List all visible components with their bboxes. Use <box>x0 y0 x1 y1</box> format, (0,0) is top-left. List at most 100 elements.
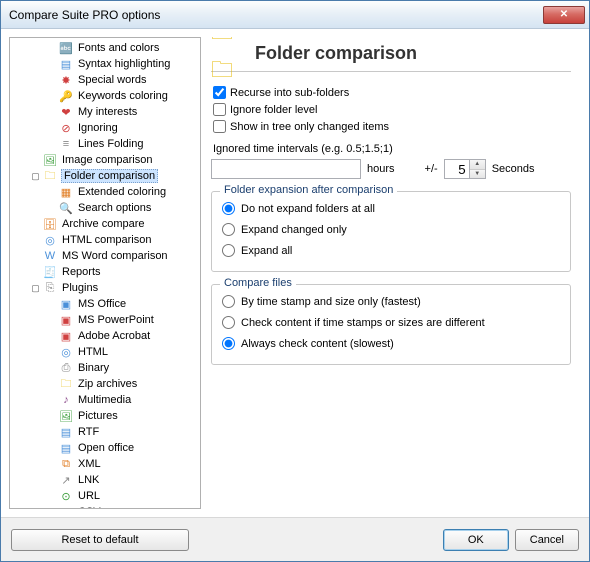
tree-item-label: MS PowerPoint <box>76 314 156 326</box>
ignore-level-checkbox[interactable] <box>213 103 226 116</box>
tree-toggle-icon <box>46 475 57 486</box>
tree-toggle-icon <box>46 187 57 198</box>
tree-item-label: Lines Folding <box>76 138 145 150</box>
interval-input[interactable] <box>211 159 361 179</box>
tree-toggle-icon[interactable]: ▢ <box>30 171 41 182</box>
tree-item[interactable]: 🔤Fonts and colors <box>10 40 200 56</box>
ok-button[interactable]: OK <box>443 529 509 551</box>
seconds-spinner[interactable]: ▲ ▼ <box>444 159 486 179</box>
tree-item[interactable]: ✸Special words <box>10 72 200 88</box>
tree-item-label: Fonts and colors <box>76 42 161 54</box>
tree-toggle-icon <box>46 331 57 342</box>
tree-item[interactable]: ◎HTML comparison <box>10 232 200 248</box>
ignore-level-checkbox-row[interactable]: Ignore folder level <box>211 103 571 116</box>
compare-always-radio[interactable] <box>222 337 235 350</box>
tree-item[interactable]: ↗LNK <box>10 472 200 488</box>
tree-toggle-icon <box>46 107 57 118</box>
tree-item[interactable]: ▢🗀Folder comparison <box>10 168 200 184</box>
panel-header: 🗀🗀 Folder comparison <box>211 41 571 65</box>
tree-item-label: Extended coloring <box>76 186 168 198</box>
tree-item[interactable]: ♪Multimedia <box>10 392 200 408</box>
tree-item-label: My interests <box>76 106 139 118</box>
folder-comparison-icon: 🗀🗀 <box>211 41 243 65</box>
tree-item-label: Ignoring <box>76 122 120 134</box>
expansion-group: Folder expansion after comparison Do not… <box>211 191 571 272</box>
tree-item[interactable]: 🗀Zip archives <box>10 376 200 392</box>
expand-none-label: Do not expand folders at all <box>241 203 375 215</box>
tree-item[interactable]: ▤RTF <box>10 424 200 440</box>
tree-item-icon: 🔍 <box>58 200 74 216</box>
tree-item[interactable]: 🔍Search options <box>10 200 200 216</box>
tree-toggle-icon <box>46 299 57 310</box>
tree-item-label: Special words <box>76 74 148 86</box>
tree-item-label: Folder comparison <box>61 169 158 183</box>
cancel-button[interactable]: Cancel <box>515 529 579 551</box>
expand-changed-radio[interactable] <box>222 223 235 236</box>
tree-toggle-icon <box>46 59 57 70</box>
tree-item-icon: ▣ <box>58 296 74 312</box>
compare-ifdiff-row[interactable]: Check content if time stamps or sizes ar… <box>222 316 560 329</box>
compare-timestamp-radio[interactable] <box>222 295 235 308</box>
tree-item[interactable]: ▣Adobe Acrobat <box>10 328 200 344</box>
spinner-buttons[interactable]: ▲ ▼ <box>470 159 486 179</box>
tree-item[interactable]: ▣MS PowerPoint <box>10 312 200 328</box>
tree-toggle-icon <box>46 43 57 54</box>
tree-item-label: CSV <box>76 506 103 509</box>
tree-item[interactable]: ◎HTML <box>10 344 200 360</box>
expand-all-label: Expand all <box>241 245 292 257</box>
tree-item-label: XML <box>76 458 103 470</box>
tree-item[interactable]: ▢⎘Plugins <box>10 280 200 296</box>
tree-toggle-icon <box>46 75 57 86</box>
tree-item[interactable]: ⎙Binary <box>10 360 200 376</box>
show-changed-label: Show in tree only changed items <box>230 121 389 133</box>
tree-toggle-icon <box>46 427 57 438</box>
recurse-checkbox-row[interactable]: Recurse into sub-folders <box>211 86 571 99</box>
tree-item-icon: ▤ <box>58 440 74 456</box>
tree-item[interactable]: ⧉XML <box>10 456 200 472</box>
tree-item[interactable]: 🧾Reports <box>10 264 200 280</box>
tree-item-icon: ⊘ <box>58 120 74 136</box>
show-changed-checkbox[interactable] <box>213 120 226 133</box>
tree-item[interactable]: ⊙URL <box>10 488 200 504</box>
compare-always-row[interactable]: Always check content (slowest) <box>222 337 560 350</box>
tree-item[interactable]: ❤My interests <box>10 104 200 120</box>
tree-item[interactable]: 🔑Keywords coloring <box>10 88 200 104</box>
expand-changed-row[interactable]: Expand changed only <box>222 223 560 236</box>
tree-item-label: MS Word comparison <box>60 250 170 262</box>
spinner-down-icon[interactable]: ▼ <box>470 170 485 179</box>
tree-toggle-icon <box>46 459 57 470</box>
tree-item[interactable]: 🗄Archive compare <box>10 216 200 232</box>
tree-item[interactable]: ▣MS Office <box>10 296 200 312</box>
tree-panel[interactable]: 🔤Fonts and colors▤Syntax highlighting✸Sp… <box>9 37 201 509</box>
compare-files-group: Compare files By time stamp and size onl… <box>211 284 571 365</box>
close-button[interactable]: ✕ <box>543 6 585 24</box>
tree-item[interactable]: ▤Open office <box>10 440 200 456</box>
tree-item[interactable]: ▥CSV <box>10 504 200 509</box>
show-changed-checkbox-row[interactable]: Show in tree only changed items <box>211 120 571 133</box>
recurse-checkbox[interactable] <box>213 86 226 99</box>
spinner-up-icon[interactable]: ▲ <box>470 160 485 170</box>
tree-item[interactable]: ▦Extended coloring <box>10 184 200 200</box>
tree-toggle-icon <box>30 267 41 278</box>
expand-none-radio[interactable] <box>222 202 235 215</box>
tree-item-label: Open office <box>76 442 136 454</box>
interval-field-label: Ignored time intervals (e.g. 0.5;1.5;1) <box>213 143 571 155</box>
compare-always-label: Always check content (slowest) <box>241 338 394 350</box>
tree-item-label: URL <box>76 490 102 502</box>
expand-all-row[interactable]: Expand all <box>222 244 560 257</box>
seconds-input[interactable] <box>444 159 470 179</box>
tree-toggle-icon[interactable]: ▢ <box>30 283 41 294</box>
compare-timestamp-row[interactable]: By time stamp and size only (fastest) <box>222 295 560 308</box>
tree-item[interactable]: 🖼Image comparison <box>10 152 200 168</box>
tree-item[interactable]: ≡Lines Folding <box>10 136 200 152</box>
tree-item[interactable]: ▤Syntax highlighting <box>10 56 200 72</box>
reset-button[interactable]: Reset to default <box>11 529 189 551</box>
tree-item[interactable]: WMS Word comparison <box>10 248 200 264</box>
expand-none-row[interactable]: Do not expand folders at all <box>222 202 560 215</box>
compare-ifdiff-radio[interactable] <box>222 316 235 329</box>
expansion-group-title: Folder expansion after comparison <box>220 184 397 196</box>
tree-item-icon: ◎ <box>42 232 58 248</box>
expand-all-radio[interactable] <box>222 244 235 257</box>
tree-item[interactable]: ⊘Ignoring <box>10 120 200 136</box>
tree-item[interactable]: 🖼Pictures <box>10 408 200 424</box>
